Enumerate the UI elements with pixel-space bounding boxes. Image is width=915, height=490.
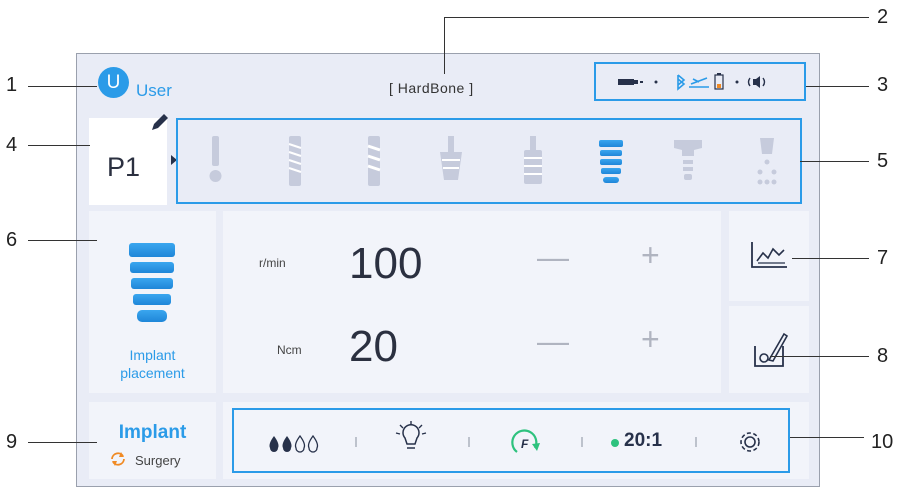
bottom-icons: F	[269, 421, 760, 453]
irrigation-icon	[757, 138, 777, 185]
status-icons	[618, 73, 766, 91]
user-avatar[interactable]: U	[98, 67, 129, 98]
mode-label-line2: placement	[120, 365, 185, 381]
step-icons	[209, 136, 777, 186]
mode-panel[interactable]: Implant placement	[89, 211, 216, 393]
volume-icon	[747, 76, 766, 88]
procedure-subtitle: Surgery	[135, 453, 181, 468]
bottom-control-bar: F 20:1	[232, 408, 790, 473]
mode-label-line1: Implant	[129, 347, 176, 363]
speed-value: 100	[349, 239, 423, 288]
avatar-letter: U	[106, 72, 121, 93]
callout-7: 7	[877, 247, 889, 269]
callout-5: 5	[877, 150, 889, 172]
tap-icon	[524, 136, 542, 184]
speed-plus-button[interactable]: +	[641, 237, 660, 274]
ratio-status-dot	[611, 439, 619, 447]
battery-icon	[714, 73, 724, 90]
torque-plus-button[interactable]: +	[641, 321, 660, 358]
callout-8: 8	[877, 345, 889, 367]
direction-letter: F	[521, 437, 529, 451]
foot-pedal-icon	[689, 77, 709, 88]
step-bar	[176, 118, 802, 204]
light-bulb-icon	[395, 421, 427, 449]
callout-10: 10	[871, 431, 894, 453]
speed-minus-button[interactable]: —	[537, 239, 569, 276]
callout-6: 6	[6, 229, 18, 251]
program-label: P1	[107, 152, 141, 182]
cleaning-icon	[754, 332, 789, 367]
bluetooth-icon	[677, 74, 686, 91]
torque-unit: Ncm	[277, 343, 302, 357]
countersink-icon	[440, 136, 462, 180]
graph-button[interactable]	[729, 211, 809, 301]
implant-large-icon	[129, 243, 175, 322]
status-bar	[594, 62, 806, 101]
user-name[interactable]: User	[136, 81, 172, 101]
device-screen: U User [ HardBone ] P1 Implant placement…	[76, 53, 820, 487]
drill-2-icon	[368, 136, 380, 186]
gear-ratio[interactable]: 20:1	[624, 430, 662, 452]
callout-2: 2	[877, 6, 889, 28]
callout-1: 1	[6, 74, 18, 96]
switch-icon	[111, 452, 125, 466]
procedure-title: Implant	[118, 422, 187, 443]
edit-pencil-icon[interactable]	[149, 112, 169, 134]
callout-9: 9	[6, 431, 18, 453]
torque-value: 20	[349, 322, 398, 371]
drill-pointer-icon	[209, 136, 222, 182]
handpiece-icon	[618, 79, 643, 85]
settings-gear-icon	[740, 432, 760, 452]
procedure-panel[interactable]: Implant Surgery	[89, 402, 216, 479]
callout-4: 4	[6, 134, 18, 156]
speed-unit: r/min	[259, 256, 286, 270]
graph-icon	[751, 242, 787, 268]
implant-icon	[599, 140, 623, 183]
direction-forward-icon: F	[511, 429, 540, 453]
abutment-icon	[674, 140, 702, 180]
torque-minus-button[interactable]: —	[537, 323, 569, 360]
cleaning-button[interactable]	[729, 306, 809, 393]
callout-3: 3	[877, 74, 889, 96]
settings-panel: r/min 100 — + Ncm 20 — +	[223, 211, 721, 393]
water-level-icon	[269, 434, 319, 453]
bone-type-label[interactable]: [ HardBone ]	[389, 80, 474, 96]
